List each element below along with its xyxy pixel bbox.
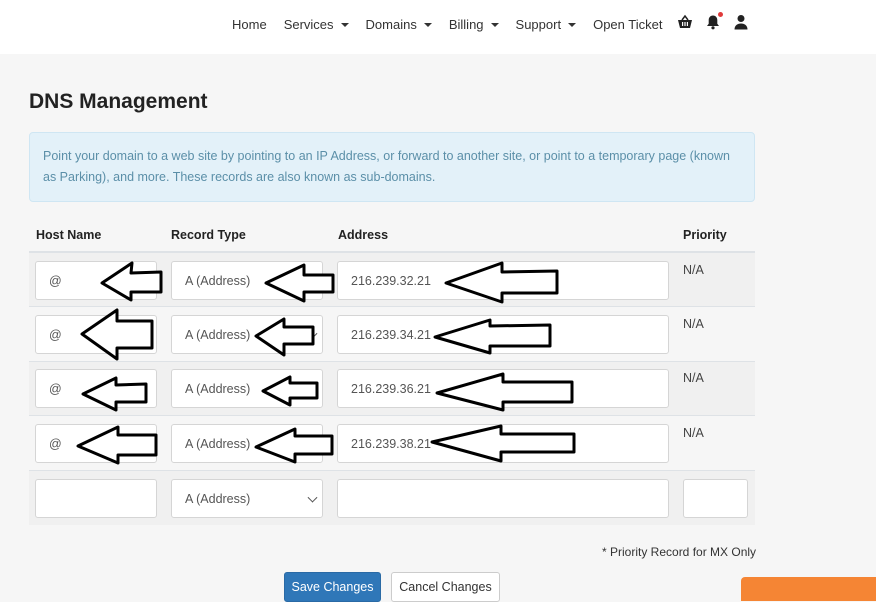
new-priority-input[interactable] bbox=[683, 479, 748, 518]
nav-support[interactable]: Support bbox=[516, 17, 577, 32]
nav-open-ticket[interactable]: Open Ticket bbox=[593, 17, 662, 32]
record-type-select[interactable]: A (Address) bbox=[171, 424, 323, 463]
nav-icons bbox=[677, 12, 761, 30]
nav-home[interactable]: Home bbox=[232, 17, 267, 32]
priority-value: N/A bbox=[683, 426, 704, 440]
caret-down-icon bbox=[490, 22, 499, 27]
table-row: @ A (Address) 216.239.32.21 N/A bbox=[29, 252, 755, 307]
main-nav: Home Services Domains Billing Support Op… bbox=[232, 17, 679, 32]
record-type-select[interactable]: A (Address) bbox=[171, 261, 323, 300]
address-input[interactable]: 216.239.34.21 bbox=[337, 315, 669, 354]
record-type-select[interactable]: A (Address) bbox=[171, 315, 323, 354]
host-name-input[interactable]: @ bbox=[35, 369, 157, 408]
top-navbar: Home Services Domains Billing Support Op… bbox=[0, 0, 876, 54]
address-input[interactable]: 216.239.32.21 bbox=[337, 261, 669, 300]
host-name-input[interactable]: @ bbox=[35, 315, 157, 354]
caret-down-icon bbox=[340, 22, 349, 27]
save-changes-button[interactable]: Save Changes bbox=[284, 572, 381, 602]
bell-icon[interactable] bbox=[705, 12, 723, 30]
nav-domains[interactable]: Domains bbox=[366, 17, 432, 32]
live-chat-tab[interactable] bbox=[741, 577, 876, 601]
chevron-down-icon bbox=[307, 274, 318, 285]
caret-down-icon bbox=[423, 22, 432, 27]
chevron-down-icon bbox=[307, 492, 318, 503]
nav-services[interactable]: Services bbox=[284, 17, 349, 32]
column-priority: Priority bbox=[683, 228, 727, 242]
column-address: Address bbox=[338, 228, 389, 242]
chevron-down-icon bbox=[307, 437, 318, 448]
nav-billing[interactable]: Billing bbox=[449, 17, 499, 32]
new-record-row: A (Address) bbox=[29, 470, 755, 525]
record-type-select[interactable]: A (Address) bbox=[171, 369, 323, 408]
notification-dot bbox=[718, 12, 723, 17]
priority-value: N/A bbox=[683, 263, 704, 277]
basket-icon[interactable] bbox=[677, 14, 693, 30]
column-host-name: Host Name bbox=[36, 228, 102, 242]
priority-footnote: * Priority Record for MX Only bbox=[602, 545, 757, 559]
table-row: @ A (Address) 216.239.36.21 N/A bbox=[29, 361, 755, 416]
new-address-input[interactable] bbox=[337, 479, 669, 518]
chevron-down-icon bbox=[307, 328, 318, 339]
new-record-type-select[interactable]: A (Address) bbox=[171, 479, 323, 518]
address-input[interactable]: 216.239.38.21 bbox=[337, 424, 669, 463]
column-record-type: Record Type bbox=[171, 228, 246, 242]
priority-value: N/A bbox=[683, 371, 704, 385]
host-name-input[interactable]: @ bbox=[35, 424, 157, 463]
chevron-down-icon bbox=[307, 382, 318, 393]
new-host-name-input[interactable] bbox=[35, 479, 157, 518]
address-input[interactable]: 216.239.36.21 bbox=[337, 369, 669, 408]
info-alert: Point your domain to a web site by point… bbox=[29, 132, 755, 202]
cancel-changes-button[interactable]: Cancel Changes bbox=[391, 572, 500, 602]
host-name-input[interactable]: @ bbox=[35, 261, 157, 300]
table-row: @ A (Address) 216.239.34.21 N/A bbox=[29, 306, 755, 361]
table-row: @ A (Address) 216.239.38.21 N/A bbox=[29, 415, 755, 470]
priority-value: N/A bbox=[683, 317, 704, 331]
page-title: DNS Management bbox=[29, 90, 208, 113]
user-icon[interactable] bbox=[733, 14, 749, 30]
caret-down-icon bbox=[568, 22, 577, 27]
